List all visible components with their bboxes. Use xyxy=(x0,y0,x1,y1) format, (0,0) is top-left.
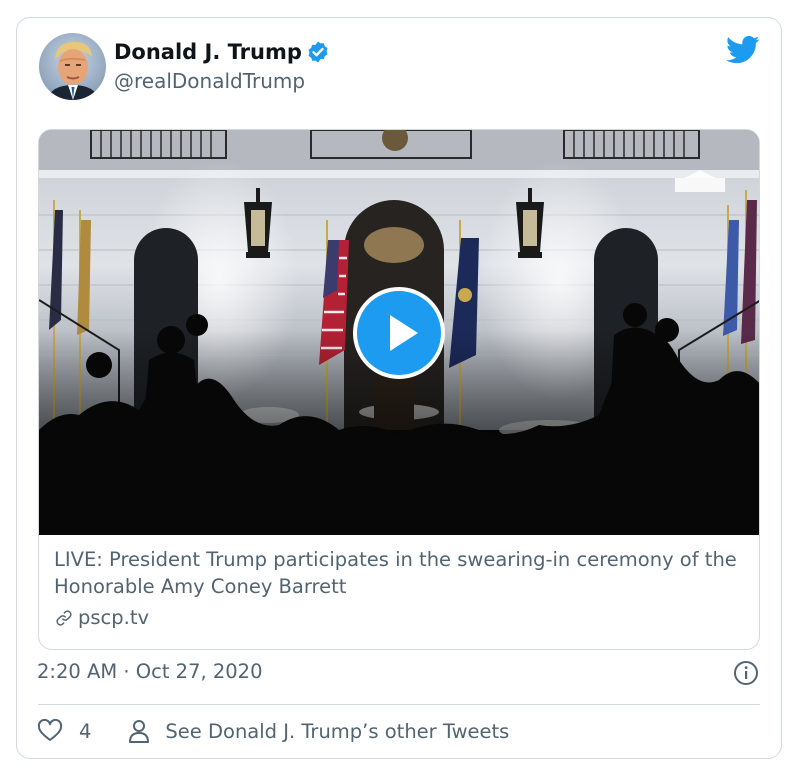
other-tweets-link[interactable]: See Donald J. Trump’s other Tweets xyxy=(91,718,509,744)
other-tweets-text: See Donald J. Trump’s other Tweets xyxy=(165,719,510,743)
card-domain-text: pscp.tv xyxy=(78,606,150,629)
divider xyxy=(38,704,760,705)
author-handle[interactable]: @realDonaldTrump xyxy=(114,69,305,93)
like-count: 4 xyxy=(79,719,92,743)
card-title[interactable]: LIVE: President Trump participates in th… xyxy=(54,546,754,600)
like-button[interactable]: 4 xyxy=(37,718,91,744)
media-card[interactable]: LIVE: President Trump participates in th… xyxy=(38,129,760,650)
twitter-bird-icon[interactable] xyxy=(726,35,760,65)
author-name[interactable]: Donald J. Trump xyxy=(114,40,302,64)
tweet-actions: 4 See Donald J. Trump’s other Tweets xyxy=(37,716,509,746)
link-icon xyxy=(56,609,72,626)
avatar[interactable] xyxy=(39,33,106,100)
video-thumbnail[interactable] xyxy=(39,130,759,535)
avatar-portrait-icon xyxy=(39,33,106,100)
info-icon[interactable] xyxy=(733,660,759,686)
play-icon[interactable] xyxy=(352,286,446,380)
person-icon xyxy=(129,720,150,743)
card-domain[interactable]: pscp.tv xyxy=(54,606,149,629)
tweet-timestamp[interactable]: 2:20 AM · Oct 27, 2020 xyxy=(37,660,263,683)
verified-badge-icon xyxy=(308,41,328,63)
heart-icon xyxy=(37,718,63,741)
tweet-card[interactable]: Donald J. Trump @realDonaldTrump LIVE: P… xyxy=(16,17,782,759)
